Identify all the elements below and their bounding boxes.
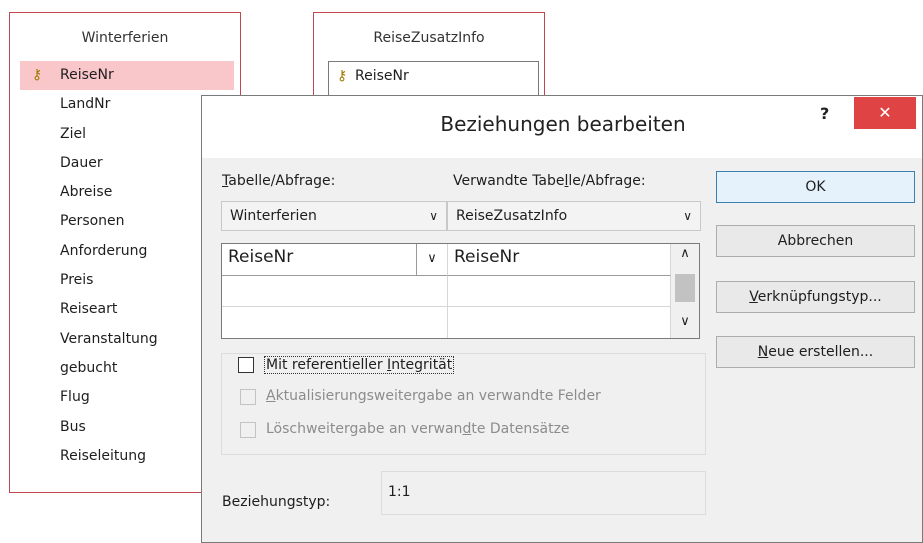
field-mapping-grid: ReiseNr ∨ ReiseNr ∧ ∨ <box>221 243 700 339</box>
grid-cell-left[interactable] <box>222 276 448 307</box>
grid-cell-right[interactable]: ReiseNr <box>448 244 671 276</box>
chevron-down-icon[interactable]: ∨ <box>416 244 447 275</box>
related-table-select[interactable]: ReiseZusatzInfo ∨ <box>447 201 701 231</box>
field-label: ReiseNr <box>60 67 114 83</box>
field-reisenr[interactable]: ⚷ ReiseNr <box>20 61 234 91</box>
cascade-delete-label: Löschweitergabe an verwandte Datensätze <box>266 421 570 437</box>
chevron-up-icon[interactable]: ∧ <box>671 246 699 261</box>
dialog-titlebar[interactable]: Beziehungen bearbeiten ? ✕ <box>202 96 922 158</box>
related-table-query-label: Verwandte Tabelle/Abfrage: <box>453 173 646 189</box>
field-label: Ziel <box>60 125 86 142</box>
relationship-type-box: 1:1 <box>381 471 706 515</box>
dialog-title: Beziehungen bearbeiten <box>440 112 686 136</box>
field-label: Reiseleitung <box>60 447 147 464</box>
chevron-down-icon: ∨ <box>683 209 692 223</box>
chevron-down-icon: ∨ <box>429 209 438 223</box>
field-reisenr[interactable]: ⚷ ReiseNr <box>329 62 538 91</box>
field-label: gebucht <box>60 359 118 376</box>
field-label: Anforderung <box>60 242 148 259</box>
close-button[interactable]: ✕ <box>854 97 916 129</box>
close-icon: ✕ <box>878 103 892 122</box>
grid-cell-left[interactable]: ReiseNr ∨ <box>222 244 448 276</box>
table-query-select[interactable]: Winterferien ∨ <box>221 201 447 231</box>
referential-integrity-label[interactable]: Mit referentieller Integrität <box>264 356 455 374</box>
grid-cell-right[interactable] <box>448 307 671 338</box>
grid-cell-right[interactable] <box>448 276 671 307</box>
field-label: ReiseNr <box>355 68 409 84</box>
table-title: Winterferien <box>81 30 169 46</box>
relationship-type-label: Beziehungstyp: <box>222 494 331 510</box>
ok-button[interactable]: OK <box>716 171 915 203</box>
table-query-label: Tabelle/Abfrage: <box>222 173 336 189</box>
field-label: Flug <box>60 389 90 406</box>
key-icon: ⚷ <box>32 67 43 83</box>
chevron-down-icon[interactable]: ∨ <box>671 314 699 329</box>
cascade-update-label: Aktualisierungsweitergabe an verwandte F… <box>266 388 601 404</box>
field-label: Reiseart <box>60 301 118 318</box>
scrollbar-thumb[interactable] <box>675 274 695 302</box>
field-label: Dauer <box>60 154 103 171</box>
key-icon: ⚷ <box>337 68 348 84</box>
field-label: LandNr <box>60 96 111 113</box>
table-title: ReiseZusatzInfo <box>373 30 485 46</box>
table-reisezusatzinfo[interactable]: ReiseZusatzInfo ⚷ ReiseNr <box>313 12 545 102</box>
field-label: Personen <box>60 213 125 230</box>
field-label: Abreise <box>60 184 113 201</box>
relationship-type-value: 1:1 <box>388 484 411 500</box>
help-button[interactable]: ? <box>820 104 829 123</box>
cascade-delete-checkbox[interactable] <box>240 422 256 438</box>
grid-cell-left[interactable] <box>222 307 448 338</box>
referential-integrity-checkbox[interactable] <box>238 357 254 373</box>
field-label: Preis <box>60 272 94 289</box>
edit-relationships-dialog: Beziehungen bearbeiten ? ✕ Tabelle/Abfra… <box>201 95 923 543</box>
create-new-button[interactable]: Neue erstellen... <box>716 336 915 368</box>
field-label: Bus <box>60 418 86 435</box>
cascade-update-checkbox[interactable] <box>240 389 256 405</box>
join-type-button[interactable]: Verknüpfungstyp... <box>716 281 915 313</box>
cancel-button[interactable]: Abbrechen <box>716 225 915 257</box>
vertical-scrollbar[interactable]: ∧ ∨ <box>671 244 699 338</box>
field-label: Veranstaltung <box>60 330 158 347</box>
